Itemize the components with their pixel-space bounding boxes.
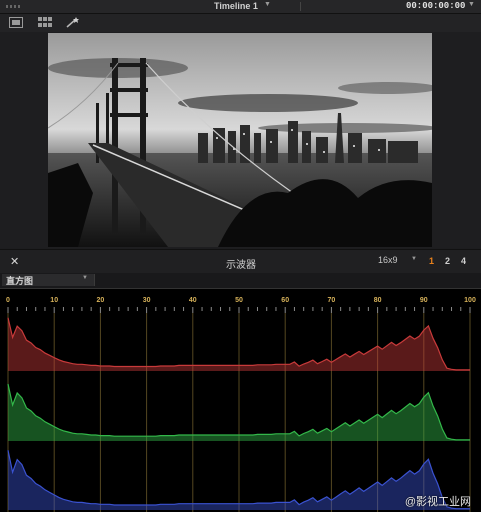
x-tick-label: 0	[6, 297, 10, 304]
timecode-dropdown-icon[interactable]: ▼	[468, 1, 475, 8]
x-tick-label: 20	[97, 297, 105, 304]
x-tick-label: 50	[235, 297, 243, 304]
layout-option-2[interactable]: 2	[445, 256, 450, 266]
x-tick-label: 80	[374, 297, 382, 304]
single-viewer-icon[interactable]	[9, 17, 23, 28]
x-tick-label: 60	[281, 297, 289, 304]
title-bar: Timeline 1 ▼ 00:00:00:00 ▼	[0, 0, 481, 14]
histogram-scope: 0 10 20 30 40 50 60 70 80 90 100	[0, 289, 481, 512]
x-tick-label: 90	[420, 297, 428, 304]
aspect-ratio-select[interactable]: 16x9 ▼	[375, 255, 421, 268]
layout-option-1[interactable]: 1	[429, 256, 434, 266]
chevron-down-icon: ▼	[82, 275, 88, 281]
close-icon[interactable]: ✕	[10, 255, 19, 268]
x-tick-label: 40	[189, 297, 197, 304]
scopes-title: 示波器	[226, 260, 256, 271]
watermark: @影视工业网	[404, 496, 471, 508]
scope-mode-value: 直方图	[6, 276, 34, 286]
chevron-down-icon: ▼	[411, 256, 417, 262]
timecode-display[interactable]: 00:00:00:00	[406, 1, 465, 11]
x-tick-label: 100	[464, 297, 476, 304]
timeline-name[interactable]: Timeline 1	[214, 1, 258, 11]
divider	[300, 2, 301, 11]
x-tick-label: 70	[328, 297, 336, 304]
layout-option-4[interactable]: 4	[461, 256, 466, 266]
magic-wand-icon[interactable]	[66, 17, 80, 28]
aspect-ratio-value: 16x9	[378, 255, 398, 265]
video-frame-image[interactable]	[48, 33, 432, 247]
x-tick-label: 30	[143, 297, 151, 304]
drag-grip-icon[interactable]	[6, 5, 22, 8]
grid-view-icon[interactable]	[38, 17, 52, 28]
timeline-dropdown-icon[interactable]: ▼	[264, 1, 271, 8]
x-tick-label: 10	[50, 297, 58, 304]
scope-mode-row: 直方图 ▼	[0, 273, 481, 289]
scope-mode-select[interactable]: 直方图 ▼	[2, 274, 95, 286]
viewer-toolbar	[0, 14, 481, 32]
scopes-header: ✕ 示波器 16x9 ▼ 1 2 4	[0, 249, 481, 274]
histogram-chart: 0 10 20 30 40 50 60 70 80 90 100	[6, 297, 476, 512]
